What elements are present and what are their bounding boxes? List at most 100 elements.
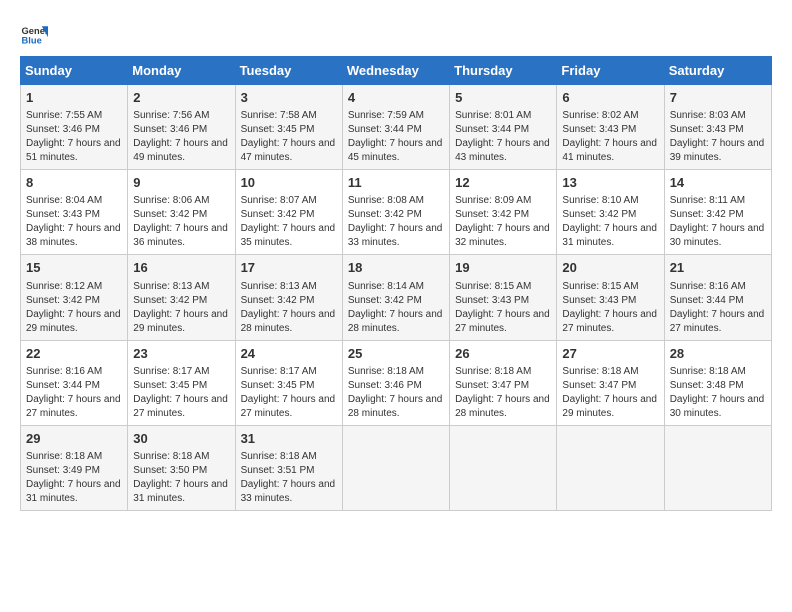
daylight: Daylight: 7 hours and 47 minutes. bbox=[241, 138, 336, 163]
day-number: 12 bbox=[455, 174, 551, 192]
sunset: Sunset: 3:46 PM bbox=[26, 124, 100, 135]
daylight: Daylight: 7 hours and 32 minutes. bbox=[455, 223, 550, 248]
day-cell: 4 Sunrise: 7:59 AM Sunset: 3:44 PM Dayli… bbox=[342, 85, 449, 170]
day-cell bbox=[557, 425, 664, 510]
day-cell bbox=[450, 425, 557, 510]
daylight: Daylight: 7 hours and 27 minutes. bbox=[133, 394, 228, 419]
day-cell: 24 Sunrise: 8:17 AM Sunset: 3:45 PM Dayl… bbox=[235, 340, 342, 425]
day-number: 20 bbox=[562, 259, 658, 277]
logo-icon: General Blue bbox=[20, 20, 48, 48]
sunrise: Sunrise: 8:16 AM bbox=[26, 366, 102, 377]
sunrise: Sunrise: 7:58 AM bbox=[241, 110, 317, 121]
daylight: Daylight: 7 hours and 36 minutes. bbox=[133, 223, 228, 248]
daylight: Daylight: 7 hours and 27 minutes. bbox=[455, 309, 550, 334]
sunset: Sunset: 3:42 PM bbox=[348, 295, 422, 306]
column-header-friday: Friday bbox=[557, 57, 664, 85]
daylight: Daylight: 7 hours and 29 minutes. bbox=[562, 394, 657, 419]
header-row: SundayMondayTuesdayWednesdayThursdayFrid… bbox=[21, 57, 772, 85]
sunset: Sunset: 3:45 PM bbox=[241, 124, 315, 135]
daylight: Daylight: 7 hours and 35 minutes. bbox=[241, 223, 336, 248]
day-number: 25 bbox=[348, 345, 444, 363]
day-cell: 29 Sunrise: 8:18 AM Sunset: 3:49 PM Dayl… bbox=[21, 425, 128, 510]
daylight: Daylight: 7 hours and 28 minutes. bbox=[348, 394, 443, 419]
sunrise: Sunrise: 8:17 AM bbox=[133, 366, 209, 377]
day-cell: 20 Sunrise: 8:15 AM Sunset: 3:43 PM Dayl… bbox=[557, 255, 664, 340]
column-header-thursday: Thursday bbox=[450, 57, 557, 85]
day-cell: 19 Sunrise: 8:15 AM Sunset: 3:43 PM Dayl… bbox=[450, 255, 557, 340]
sunrise: Sunrise: 8:08 AM bbox=[348, 195, 424, 206]
day-cell: 27 Sunrise: 8:18 AM Sunset: 3:47 PM Dayl… bbox=[557, 340, 664, 425]
sunset: Sunset: 3:43 PM bbox=[562, 124, 636, 135]
sunset: Sunset: 3:47 PM bbox=[455, 380, 529, 391]
day-number: 19 bbox=[455, 259, 551, 277]
sunrise: Sunrise: 8:13 AM bbox=[241, 281, 317, 292]
day-cell: 17 Sunrise: 8:13 AM Sunset: 3:42 PM Dayl… bbox=[235, 255, 342, 340]
day-cell: 5 Sunrise: 8:01 AM Sunset: 3:44 PM Dayli… bbox=[450, 85, 557, 170]
sunrise: Sunrise: 8:03 AM bbox=[670, 110, 746, 121]
sunset: Sunset: 3:50 PM bbox=[133, 465, 207, 476]
daylight: Daylight: 7 hours and 33 minutes. bbox=[348, 223, 443, 248]
day-cell: 28 Sunrise: 8:18 AM Sunset: 3:48 PM Dayl… bbox=[664, 340, 771, 425]
day-number: 22 bbox=[26, 345, 122, 363]
sunset: Sunset: 3:42 PM bbox=[241, 295, 315, 306]
day-number: 10 bbox=[241, 174, 337, 192]
sunset: Sunset: 3:42 PM bbox=[348, 209, 422, 220]
week-row-3: 15 Sunrise: 8:12 AM Sunset: 3:42 PM Dayl… bbox=[21, 255, 772, 340]
day-cell: 23 Sunrise: 8:17 AM Sunset: 3:45 PM Dayl… bbox=[128, 340, 235, 425]
week-row-1: 1 Sunrise: 7:55 AM Sunset: 3:46 PM Dayli… bbox=[21, 85, 772, 170]
day-number: 23 bbox=[133, 345, 229, 363]
sunset: Sunset: 3:43 PM bbox=[670, 124, 744, 135]
day-number: 3 bbox=[241, 89, 337, 107]
sunrise: Sunrise: 8:04 AM bbox=[26, 195, 102, 206]
sunrise: Sunrise: 8:09 AM bbox=[455, 195, 531, 206]
daylight: Daylight: 7 hours and 41 minutes. bbox=[562, 138, 657, 163]
week-row-2: 8 Sunrise: 8:04 AM Sunset: 3:43 PM Dayli… bbox=[21, 170, 772, 255]
day-number: 1 bbox=[26, 89, 122, 107]
day-number: 15 bbox=[26, 259, 122, 277]
daylight: Daylight: 7 hours and 33 minutes. bbox=[241, 479, 336, 504]
day-cell: 21 Sunrise: 8:16 AM Sunset: 3:44 PM Dayl… bbox=[664, 255, 771, 340]
sunrise: Sunrise: 8:12 AM bbox=[26, 281, 102, 292]
sunset: Sunset: 3:45 PM bbox=[133, 380, 207, 391]
day-cell: 3 Sunrise: 7:58 AM Sunset: 3:45 PM Dayli… bbox=[235, 85, 342, 170]
sunrise: Sunrise: 8:13 AM bbox=[133, 281, 209, 292]
day-cell: 31 Sunrise: 8:18 AM Sunset: 3:51 PM Dayl… bbox=[235, 425, 342, 510]
column-header-monday: Monday bbox=[128, 57, 235, 85]
daylight: Daylight: 7 hours and 31 minutes. bbox=[26, 479, 121, 504]
day-number: 7 bbox=[670, 89, 766, 107]
day-cell bbox=[664, 425, 771, 510]
day-cell: 12 Sunrise: 8:09 AM Sunset: 3:42 PM Dayl… bbox=[450, 170, 557, 255]
day-number: 30 bbox=[133, 430, 229, 448]
daylight: Daylight: 7 hours and 45 minutes. bbox=[348, 138, 443, 163]
day-cell: 1 Sunrise: 7:55 AM Sunset: 3:46 PM Dayli… bbox=[21, 85, 128, 170]
daylight: Daylight: 7 hours and 38 minutes. bbox=[26, 223, 121, 248]
day-cell: 11 Sunrise: 8:08 AM Sunset: 3:42 PM Dayl… bbox=[342, 170, 449, 255]
sunrise: Sunrise: 8:18 AM bbox=[133, 451, 209, 462]
sunset: Sunset: 3:42 PM bbox=[562, 209, 636, 220]
sunrise: Sunrise: 8:18 AM bbox=[455, 366, 531, 377]
column-header-tuesday: Tuesday bbox=[235, 57, 342, 85]
sunset: Sunset: 3:48 PM bbox=[670, 380, 744, 391]
day-cell: 13 Sunrise: 8:10 AM Sunset: 3:42 PM Dayl… bbox=[557, 170, 664, 255]
day-number: 24 bbox=[241, 345, 337, 363]
sunset: Sunset: 3:42 PM bbox=[133, 209, 207, 220]
calendar-table: SundayMondayTuesdayWednesdayThursdayFrid… bbox=[20, 56, 772, 511]
sunrise: Sunrise: 8:02 AM bbox=[562, 110, 638, 121]
daylight: Daylight: 7 hours and 27 minutes. bbox=[241, 394, 336, 419]
daylight: Daylight: 7 hours and 49 minutes. bbox=[133, 138, 228, 163]
sunset: Sunset: 3:46 PM bbox=[348, 380, 422, 391]
day-number: 29 bbox=[26, 430, 122, 448]
week-row-5: 29 Sunrise: 8:18 AM Sunset: 3:49 PM Dayl… bbox=[21, 425, 772, 510]
sunset: Sunset: 3:42 PM bbox=[670, 209, 744, 220]
daylight: Daylight: 7 hours and 43 minutes. bbox=[455, 138, 550, 163]
day-cell: 2 Sunrise: 7:56 AM Sunset: 3:46 PM Dayli… bbox=[128, 85, 235, 170]
sunset: Sunset: 3:46 PM bbox=[133, 124, 207, 135]
daylight: Daylight: 7 hours and 27 minutes. bbox=[670, 309, 765, 334]
day-cell: 26 Sunrise: 8:18 AM Sunset: 3:47 PM Dayl… bbox=[450, 340, 557, 425]
day-number: 18 bbox=[348, 259, 444, 277]
column-header-sunday: Sunday bbox=[21, 57, 128, 85]
day-cell: 18 Sunrise: 8:14 AM Sunset: 3:42 PM Dayl… bbox=[342, 255, 449, 340]
sunrise: Sunrise: 8:15 AM bbox=[455, 281, 531, 292]
sunrise: Sunrise: 8:18 AM bbox=[670, 366, 746, 377]
sunset: Sunset: 3:43 PM bbox=[26, 209, 100, 220]
